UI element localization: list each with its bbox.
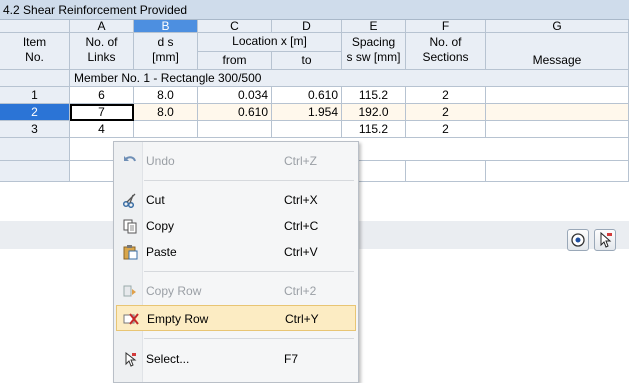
- row-header-empty[interactable]: [0, 161, 70, 182]
- view-button[interactable]: [567, 229, 589, 251]
- row-header-1[interactable]: 1: [0, 87, 70, 104]
- menu-shortcut: Ctrl+Z: [284, 154, 317, 168]
- empty-row-icon: [123, 311, 139, 327]
- row-header-empty[interactable]: [0, 138, 70, 161]
- empty-cell[interactable]: [486, 161, 629, 182]
- cell-message[interactable]: [486, 87, 629, 104]
- column-header-b[interactable]: B: [134, 20, 198, 33]
- cell-sections[interactable]: 2: [406, 87, 486, 104]
- menu-shortcut: F7: [284, 352, 299, 366]
- cell-diameter[interactable]: 8.0: [134, 87, 198, 104]
- diameter-header: d s [mm]: [134, 33, 198, 70]
- menu-label: Undo: [146, 154, 175, 168]
- menu-label: Cut: [146, 193, 165, 207]
- select-button[interactable]: [594, 229, 616, 251]
- group-row-header: [0, 70, 70, 87]
- links-header: No. of Links: [70, 33, 134, 70]
- spacing-header-bottom: s sw [mm]: [346, 50, 401, 64]
- item-header: Item No.: [0, 33, 70, 70]
- menu-item-cut[interactable]: Cut Ctrl+X: [116, 187, 356, 213]
- item-header-bottom: No.: [25, 50, 44, 64]
- eye-icon: [571, 233, 585, 247]
- copy-row-icon: [122, 283, 138, 299]
- menu-separator: [144, 271, 354, 272]
- menu-item-copy-row[interactable]: Copy Row Ctrl+2: [116, 278, 356, 304]
- to-header: to: [272, 52, 342, 70]
- menu-label: Paste: [146, 245, 177, 259]
- select-icon: [122, 351, 138, 367]
- menu-shortcut: Ctrl+C: [284, 219, 319, 233]
- cell-spacing[interactable]: 115.2: [342, 121, 406, 138]
- menu-shortcut: Ctrl+2: [284, 284, 317, 298]
- context-menu: Undo Ctrl+Z Cut Ctrl+X Copy Ctrl+C Paste…: [113, 141, 359, 383]
- column-header-f[interactable]: F: [406, 20, 486, 33]
- column-header-d[interactable]: D: [272, 20, 342, 33]
- menu-separator: [144, 180, 354, 181]
- cell-from[interactable]: [198, 121, 272, 138]
- menu-shortcut: Ctrl+V: [284, 245, 318, 259]
- sections-header: No. of Sections: [406, 33, 486, 70]
- item-header-top: Item: [22, 35, 47, 49]
- menu-label: Copy: [146, 219, 175, 233]
- menu-separator: [144, 338, 354, 339]
- menu-item-empty-row[interactable]: Empty Row Ctrl+Y: [116, 305, 356, 331]
- sections-header-top: No. of: [429, 35, 462, 49]
- cell-links[interactable]: 4: [70, 121, 134, 138]
- cell-links-selected[interactable]: 7: [70, 104, 134, 121]
- scissors-icon: [122, 192, 138, 209]
- cell-diameter[interactable]: [134, 121, 198, 138]
- menu-shortcut: Ctrl+X: [284, 193, 318, 207]
- menu-item-undo[interactable]: Undo Ctrl+Z: [116, 148, 356, 174]
- column-header-g[interactable]: G: [486, 20, 629, 33]
- cell-to[interactable]: [272, 121, 342, 138]
- cell-from[interactable]: 0.034: [198, 87, 272, 104]
- spacing-header-top: Spacing: [351, 35, 396, 49]
- spacing-header: Spacing s sw [mm]: [342, 33, 406, 70]
- paste-icon: [122, 244, 138, 260]
- cell-links[interactable]: 6: [70, 87, 134, 104]
- cell-spacing[interactable]: 115.2: [342, 87, 406, 104]
- cell-to[interactable]: 1.954: [272, 104, 342, 121]
- cell-sections[interactable]: 2: [406, 104, 486, 121]
- diameter-header-bottom: [mm]: [152, 50, 179, 64]
- column-header-c[interactable]: C: [198, 20, 272, 33]
- menu-label: Select...: [146, 352, 190, 366]
- links-header-top: No. of: [85, 35, 118, 49]
- cell-diameter[interactable]: 8.0: [134, 104, 198, 121]
- sections-header-bottom: Sections: [422, 50, 469, 64]
- row-header-2[interactable]: 2: [0, 104, 70, 121]
- menu-item-copy[interactable]: Copy Ctrl+C: [116, 213, 356, 239]
- menu-item-paste[interactable]: Paste Ctrl+V: [116, 239, 356, 265]
- table-title: 4.2 Shear Reinforcement Provided: [3, 3, 188, 17]
- from-header: from: [198, 52, 272, 70]
- table-title-bar: 4.2 Shear Reinforcement Provided: [0, 0, 629, 20]
- message-header: Message: [486, 33, 629, 70]
- cell-message[interactable]: [486, 121, 629, 138]
- undo-icon: [122, 153, 138, 169]
- column-header-a[interactable]: A: [70, 20, 134, 33]
- location-header: Location x [m]: [198, 33, 342, 52]
- cell-message[interactable]: [486, 104, 629, 121]
- empty-cell[interactable]: [406, 161, 486, 182]
- column-header-e[interactable]: E: [342, 20, 406, 33]
- cell-spacing[interactable]: 192.0: [342, 104, 406, 121]
- menu-label: Copy Row: [146, 284, 202, 298]
- corner-header: [0, 20, 70, 33]
- cell-sections[interactable]: 2: [406, 121, 486, 138]
- menu-item-select[interactable]: Select... F7: [116, 346, 356, 372]
- links-header-bottom: Links: [87, 50, 116, 64]
- menu-label: Empty Row: [147, 312, 209, 326]
- cell-from[interactable]: 0.610: [198, 104, 272, 121]
- row-header-3[interactable]: 3: [0, 121, 70, 138]
- group-label: Member No. 1 - Rectangle 300/500: [70, 70, 629, 87]
- copy-icon: [122, 218, 138, 234]
- cell-to[interactable]: 0.610: [272, 87, 342, 104]
- cursor-select-icon: [600, 231, 612, 248]
- diameter-header-top: d s: [157, 35, 174, 49]
- menu-shortcut: Ctrl+Y: [285, 312, 319, 326]
